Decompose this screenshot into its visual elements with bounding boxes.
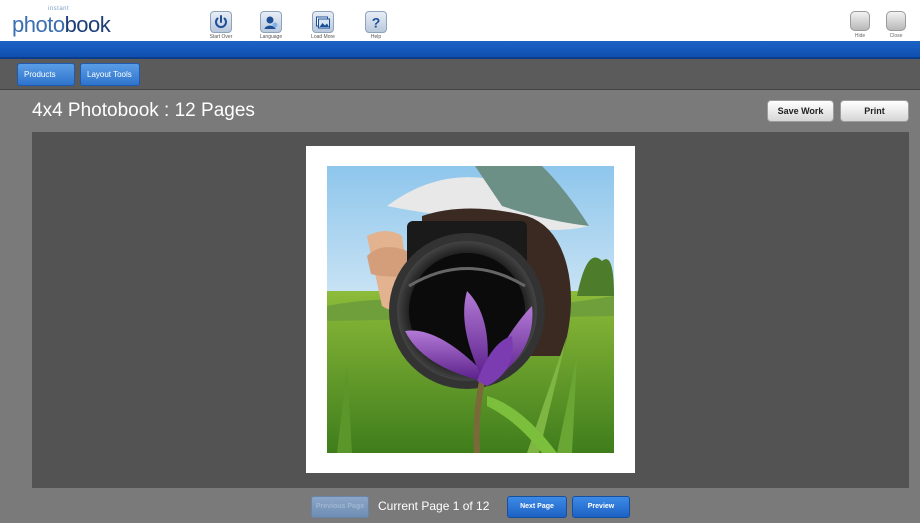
language-label: Language (259, 34, 283, 40)
power-icon (210, 11, 232, 33)
page-navigation: Previous Page Current Page 1 of 12 Next … (0, 493, 920, 523)
load-more-label: Load More (311, 34, 335, 40)
tab-products[interactable]: Products (17, 63, 75, 86)
workspace: 4x4 Photobook : 12 Pages Save Work Print (0, 90, 920, 523)
tab-layout-tools[interactable]: Layout Tools (80, 63, 140, 86)
logo-part-photo: photo (12, 12, 65, 37)
start-over-label: Start Over (209, 34, 233, 40)
save-work-button[interactable]: Save Work (767, 100, 834, 122)
load-more-button[interactable]: Load More (303, 11, 343, 40)
close-button[interactable]: Close (883, 11, 909, 39)
close-icon (886, 11, 906, 31)
logo-part-book: book (64, 12, 111, 37)
previous-page-button[interactable]: Previous Page (311, 496, 369, 518)
page-canvas (32, 132, 909, 488)
header-band (0, 41, 920, 59)
top-toolbar: instant photobook Start Over Language Lo… (0, 0, 920, 41)
print-button[interactable]: Print (840, 100, 909, 122)
hide-button[interactable]: Hide (847, 11, 873, 39)
photobook-page[interactable] (306, 146, 635, 473)
question-icon: ? (365, 11, 387, 33)
page-title: 4x4 Photobook : 12 Pages (32, 100, 255, 121)
photos-icon (312, 11, 334, 33)
svg-text:?: ? (372, 15, 381, 31)
hide-label: Hide (854, 33, 866, 39)
close-label: Close (889, 33, 903, 39)
preview-button[interactable]: Preview (572, 496, 630, 518)
help-label: Help (370, 34, 382, 40)
user-icon (260, 11, 282, 33)
page-photo[interactable] (327, 166, 614, 453)
language-button[interactable]: Language (251, 11, 291, 40)
hide-icon (850, 11, 870, 31)
tab-bar: Products Layout Tools (0, 59, 920, 90)
help-button[interactable]: ? Help (356, 11, 396, 40)
next-page-button[interactable]: Next Page (507, 496, 567, 518)
start-over-button[interactable]: Start Over (201, 11, 241, 40)
page-indicator: Current Page 1 of 12 (378, 499, 490, 513)
